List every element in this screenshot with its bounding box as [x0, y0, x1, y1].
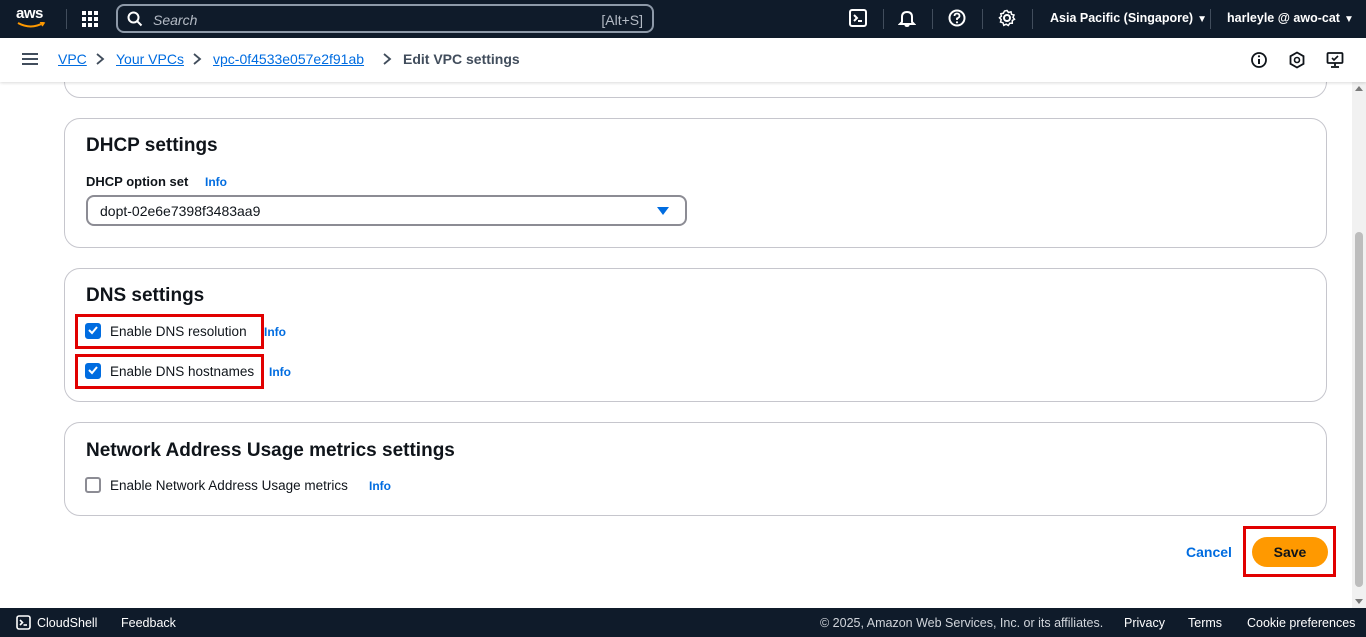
chevron-right-icon [96, 53, 105, 65]
dhcp-option-set-label: DHCP option set [86, 174, 189, 189]
nau-metrics-title: Network Address Usage metrics settings [86, 440, 455, 461]
cloudshell-icon[interactable] [849, 9, 869, 29]
dns-resolution-info-link[interactable]: Info [264, 325, 286, 339]
aws-logo[interactable]: aws [16, 6, 50, 32]
nau-metrics-checkbox-row[interactable]: Enable Network Address Usage metrics [85, 475, 348, 495]
account-menu[interactable]: harleyle @ awo-cat ▼ [1227, 11, 1354, 25]
dhcp-option-set-value: dopt-02e6e7398f3483aa9 [100, 203, 261, 219]
chevron-right-icon [383, 53, 392, 65]
caret-down-icon: ▼ [1343, 14, 1354, 25]
previous-section-panel [64, 82, 1327, 98]
footer-cloudshell[interactable]: CloudShell [37, 616, 97, 630]
nav-divider [982, 9, 983, 29]
footer-copyright: © 2025, Amazon Web Services, Inc. or its… [820, 616, 1104, 630]
nav-divider [1210, 9, 1211, 29]
nav-divider [883, 9, 884, 29]
cancel-button[interactable]: Cancel [1180, 542, 1238, 562]
apps-grid-icon[interactable] [80, 9, 100, 29]
highlight-dns-resolution [75, 314, 264, 349]
aws-logo-text: aws [16, 5, 43, 22]
caret-down-icon: ▼ [1197, 14, 1208, 25]
aws-smile-icon [17, 22, 46, 28]
bell-icon[interactable] [897, 9, 918, 29]
save-button[interactable]: Save [1252, 537, 1328, 567]
scroll-up-arrow-icon[interactable] [1355, 86, 1363, 91]
caret-down-icon [657, 207, 669, 215]
main-content: DHCP settings DHCP option set Info dopt-… [0, 82, 1352, 608]
footer-feedback[interactable]: Feedback [121, 616, 176, 630]
search-placeholder: Search [153, 12, 198, 28]
gear-icon[interactable] [998, 9, 1018, 29]
nav-divider [932, 9, 933, 29]
scroll-down-arrow-icon[interactable] [1355, 599, 1363, 604]
highlight-dns-hostnames [75, 354, 264, 389]
dhcp-settings-title: DHCP settings [86, 135, 218, 156]
nau-metrics-checkbox[interactable] [85, 477, 101, 493]
monitor-icon[interactable] [1326, 51, 1344, 69]
hamburger-menu-icon[interactable] [22, 52, 38, 66]
breadcrumb-bar: VPC Your VPCs vpc-0f4533e057e2f91ab Edit… [0, 38, 1366, 82]
breadcrumb-vpc-id[interactable]: vpc-0f4533e057e2f91ab [213, 51, 364, 67]
search-input[interactable]: Search [Alt+S] [116, 4, 654, 33]
region-label: Asia Pacific (Singapore) [1050, 11, 1194, 25]
nav-divider [66, 9, 67, 29]
breadcrumb-vpc[interactable]: VPC [58, 51, 87, 67]
footer-cookie-preferences[interactable]: Cookie preferences [1247, 616, 1355, 630]
dhcp-settings-panel: DHCP settings DHCP option set Info dopt-… [64, 118, 1327, 248]
nau-metrics-info-link[interactable]: Info [369, 479, 391, 493]
chevron-right-icon [193, 53, 202, 65]
footer: CloudShell Feedback © 2025, Amazon Web S… [0, 608, 1366, 637]
nau-metrics-label: Enable Network Address Usage metrics [110, 477, 348, 493]
breadcrumb-current: Edit VPC settings [403, 51, 520, 67]
dhcp-info-link[interactable]: Info [205, 175, 227, 189]
account-label: harleyle @ awo-cat [1227, 11, 1340, 25]
dhcp-option-set-select[interactable]: dopt-02e6e7398f3483aa9 [86, 195, 687, 226]
search-icon [127, 11, 143, 27]
dns-settings-title: DNS settings [86, 285, 205, 306]
footer-terms[interactable]: Terms [1188, 616, 1222, 630]
nav-divider [1032, 9, 1033, 29]
help-icon[interactable] [948, 9, 968, 29]
cloudshell-icon[interactable] [16, 615, 31, 630]
breadcrumb-your-vpcs[interactable]: Your VPCs [116, 51, 184, 67]
search-shortcut: [Alt+S] [601, 12, 643, 28]
region-selector[interactable]: Asia Pacific (Singapore) ▼ [1050, 11, 1207, 25]
hexagon-icon[interactable] [1288, 51, 1306, 69]
dns-hostnames-info-link[interactable]: Info [269, 365, 291, 379]
scrollbar-thumb[interactable] [1355, 232, 1363, 587]
vertical-scrollbar[interactable] [1352, 82, 1366, 608]
top-navigation: aws Search [Alt+S] Asia Pacific (Singapo… [0, 0, 1366, 38]
info-icon[interactable] [1250, 51, 1268, 69]
nau-metrics-panel: Network Address Usage metrics settings E… [64, 422, 1327, 516]
footer-privacy[interactable]: Privacy [1124, 616, 1165, 630]
